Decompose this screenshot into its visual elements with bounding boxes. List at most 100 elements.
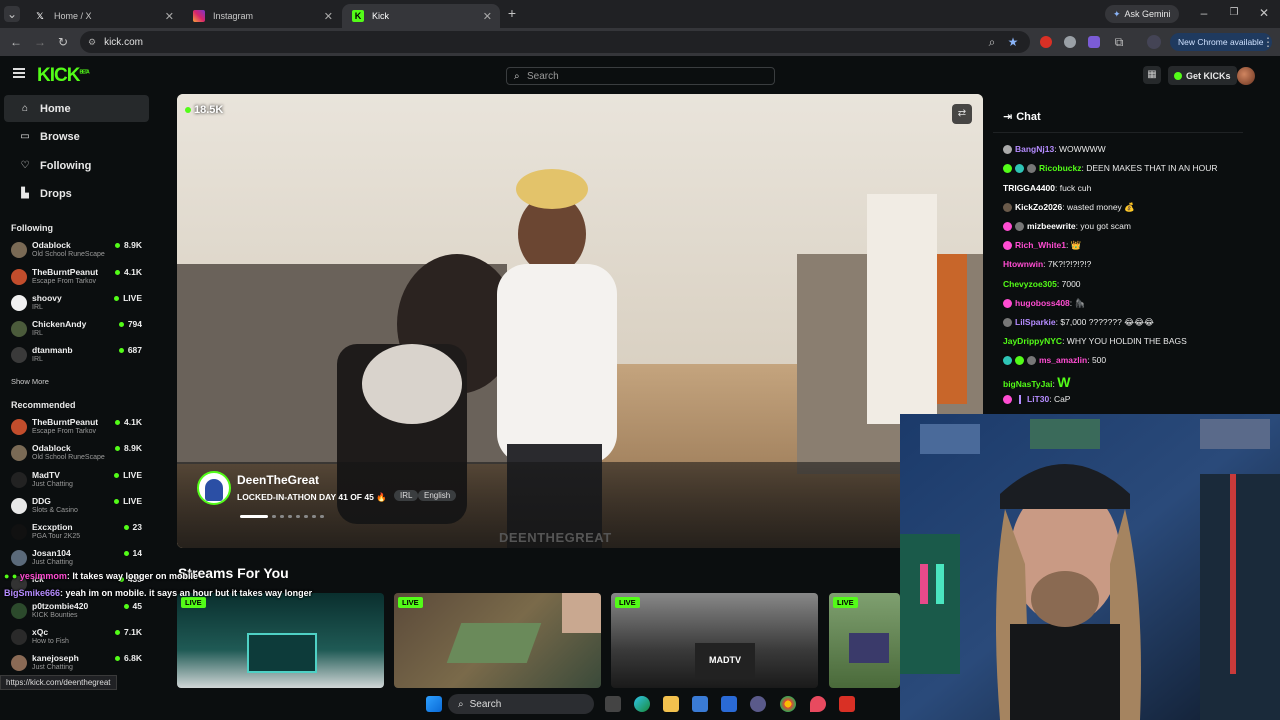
channel-item[interactable]: ChickenAndy IRL 794 <box>8 318 158 342</box>
stream-card-thumbnail[interactable]: LIVE <box>829 593 900 688</box>
windows-start-icon[interactable] <box>426 696 442 712</box>
kick-logo[interactable]: KICKBETA <box>37 65 90 87</box>
close-tab-icon[interactable]: ✕ <box>483 10 492 23</box>
chat-username[interactable]: Rich_White1 <box>1015 240 1066 250</box>
chat-username[interactable]: Ricobuckz <box>1039 163 1082 173</box>
mute-toggle-icon[interactable]: ⇄ <box>952 104 972 124</box>
tab-search-icon[interactable]: ⌄ <box>4 6 20 22</box>
extension-grey-icon[interactable] <box>1064 36 1076 48</box>
profile-avatar[interactable] <box>1147 35 1161 49</box>
edge-icon[interactable] <box>634 696 650 712</box>
channel-item[interactable]: Odablock Old School RuneScape 8.9K <box>8 239 158 263</box>
extension-red-icon[interactable] <box>1040 36 1052 48</box>
zoom-icon[interactable]: ⌕ <box>984 34 1000 50</box>
bookmark-star-icon[interactable]: ★ <box>1005 34 1021 50</box>
chat-scrollbar[interactable] <box>1243 94 1251 424</box>
chat-username[interactable]: mizbeewrite <box>1027 221 1076 231</box>
chat-username[interactable]: ms_amazlin <box>1039 355 1087 365</box>
channel-item[interactable]: TheBurntPeanut Escape From Tarkov 4.1K <box>8 266 158 290</box>
chat-username[interactable]: bigNasTyJai <box>1003 379 1052 389</box>
stream-card-thumbnail[interactable]: LIVE <box>177 593 384 688</box>
carousel-dot[interactable] <box>272 515 276 518</box>
channel-item[interactable]: Josan104 Just Chatting 14 <box>8 547 158 571</box>
chat-username[interactable]: Htownwin <box>1003 259 1043 269</box>
chrome-icon[interactable] <box>780 696 796 712</box>
streamer-avatar[interactable] <box>197 471 231 505</box>
tab-x[interactable]: 𝕏 Home / X ✕ <box>24 4 182 28</box>
extension-purple-icon[interactable] <box>1088 36 1100 48</box>
stream-card-thumbnail[interactable]: MADTV LIVE <box>611 593 818 688</box>
hamburger-menu-icon[interactable] <box>13 68 25 78</box>
carousel-dot[interactable] <box>320 515 324 518</box>
chat-collapse-icon[interactable]: ⇥ <box>1003 111 1012 123</box>
minimize-icon[interactable]: – <box>1196 5 1212 21</box>
carousel-dot[interactable] <box>288 515 292 518</box>
chat-username[interactable]: hugoboss408 <box>1015 298 1070 308</box>
new-chrome-available-button[interactable]: New Chrome available <box>1170 33 1272 51</box>
chat-username[interactable]: LilSparkie <box>1015 317 1056 327</box>
file-explorer-icon[interactable] <box>663 696 679 712</box>
channel-item[interactable]: MadTV Just Chatting LIVE <box>8 469 158 493</box>
avatar <box>11 550 27 566</box>
show-more-link[interactable]: Show More <box>11 377 49 386</box>
channel-item[interactable]: p0tzombie420 KICK Bounties 45 <box>8 600 158 624</box>
ask-gemini-button[interactable]: ✦ Ask Gemini <box>1105 5 1179 23</box>
extensions-puzzle-icon[interactable]: ⧉ <box>1111 34 1127 50</box>
forward-icon[interactable]: → <box>32 34 48 50</box>
close-tab-icon[interactable]: ✕ <box>324 10 333 23</box>
sidebar-item-following[interactable]: ♡ Following <box>4 152 149 179</box>
tab-kick[interactable]: K Kick ✕ <box>342 4 500 28</box>
chat-username[interactable]: KickZo2026 <box>1015 202 1062 212</box>
streamer-name[interactable]: DeenTheGreat <box>237 473 319 487</box>
sidebar-item-home[interactable]: ⌂ Home <box>4 95 149 122</box>
chat-username[interactable]: TRIGGA4400 <box>1003 183 1055 193</box>
tab-instagram[interactable]: Instagram ✕ <box>183 4 341 28</box>
chrome-menu-icon[interactable]: ⋮ <box>1260 34 1276 50</box>
tag-english[interactable]: English <box>418 490 457 501</box>
carousel-dot[interactable] <box>304 515 308 518</box>
overlay-chat-line: ● ● yesimmom: It takes way longer on mob… <box>4 571 198 581</box>
featured-stream-player[interactable]: 18.5K ⇄ DeenTheGreat LOCKED-IN-ATHON DAY… <box>177 94 983 548</box>
map-pin-icon[interactable] <box>810 696 826 712</box>
channel-item[interactable]: kanejoseph Just Chatting 6.8K <box>8 652 158 676</box>
channel-item[interactable]: Odablock Old School RuneScape 8.9K <box>8 442 158 466</box>
app-icon[interactable] <box>750 696 766 712</box>
site-info-icon[interactable]: ⚙ <box>88 37 96 48</box>
sidebar-item-browse[interactable]: ▭ Browse <box>4 123 149 150</box>
close-tab-icon[interactable]: ✕ <box>165 10 174 23</box>
mail-icon[interactable] <box>721 696 737 712</box>
maximize-icon[interactable]: ❐ <box>1226 5 1242 21</box>
carousel-dot[interactable] <box>280 515 284 518</box>
carousel-dot[interactable] <box>312 515 316 518</box>
stream-card-thumbnail[interactable]: LIVE <box>394 593 601 688</box>
record-icon[interactable] <box>839 696 855 712</box>
close-window-icon[interactable]: ✕ <box>1256 5 1272 21</box>
task-view-icon[interactable] <box>605 696 621 712</box>
channel-item[interactable]: DDG Slots & Casino LIVE <box>8 495 158 519</box>
layout-toggle-icon[interactable]: ▦ <box>1143 66 1161 84</box>
channel-item[interactable]: shoovy IRL LIVE <box>8 292 158 316</box>
tag-irl[interactable]: IRL <box>394 490 419 501</box>
chat-username[interactable]: Chevyzoe305 <box>1003 279 1057 289</box>
chat-username[interactable]: BangNj13 <box>1015 144 1054 154</box>
user-avatar[interactable] <box>1237 67 1255 85</box>
chat-username[interactable]: LiT30 <box>1027 394 1049 404</box>
url-bar[interactable]: ⚙ kick.com <box>80 31 1030 53</box>
carousel-dot[interactable] <box>296 515 300 518</box>
chat-text: you got scam <box>1080 221 1131 231</box>
search-input[interactable]: ⌕ Search <box>506 67 775 85</box>
store-icon[interactable] <box>692 696 708 712</box>
tab-label: Instagram <box>213 11 254 21</box>
chat-username[interactable]: JayDrippyNYC <box>1003 336 1062 346</box>
channel-item[interactable]: dtanmanb IRL 687 <box>8 344 158 368</box>
sidebar-item-drops[interactable]: ▙ Drops <box>4 180 149 207</box>
carousel-dot-active[interactable] <box>240 515 268 518</box>
new-tab-icon[interactable]: + <box>504 5 520 21</box>
channel-item[interactable]: Excxption PGA Tour 2K25 23 <box>8 521 158 545</box>
channel-item[interactable]: xQc How to Fish 7.1K <box>8 626 158 650</box>
taskbar-search-input[interactable]: ⌕ Search <box>448 694 594 714</box>
reload-icon[interactable]: ↻ <box>55 34 71 50</box>
get-kicks-button[interactable]: Get KICKs <box>1168 66 1237 85</box>
back-icon[interactable]: ← <box>8 34 24 50</box>
channel-item[interactable]: TheBurntPeanut Escape From Tarkov 4.1K <box>8 416 158 440</box>
